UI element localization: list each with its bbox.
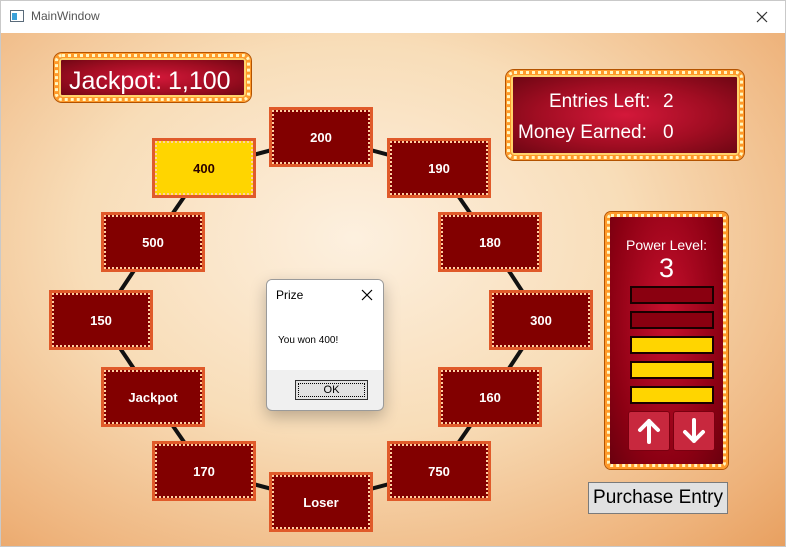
- wheel-tile[interactable]: 300: [489, 290, 593, 350]
- power-panel: Power Level: 3: [605, 212, 728, 469]
- dialog-ok-button[interactable]: OK: [295, 380, 368, 400]
- wheel-tile[interactable]: 180: [438, 212, 542, 272]
- dialog-message: You won 400!: [278, 335, 339, 346]
- window-app-icon: [10, 10, 24, 22]
- main-window: MainWindow Jackpot: 1,100 Entries Left: …: [0, 0, 786, 547]
- close-icon: [756, 11, 768, 23]
- wheel-tile[interactable]: 150: [49, 290, 153, 350]
- power-bar: [630, 386, 714, 404]
- wheel-tile[interactable]: 500: [101, 212, 205, 272]
- dialog-title: Prize: [276, 288, 304, 302]
- wheel-tile[interactable]: 160: [438, 367, 542, 427]
- entries-left-value: 2: [663, 91, 674, 112]
- power-level-label: Power Level:: [626, 237, 707, 253]
- jackpot-value: 1,100: [168, 67, 231, 95]
- prize-dialog: Prize You won 400! OK: [266, 279, 384, 411]
- wheel-tile[interactable]: 200: [269, 107, 373, 167]
- wheel-tile[interactable]: Jackpot: [101, 367, 205, 427]
- wheel-tile[interactable]: 400: [152, 138, 256, 198]
- title-bar[interactable]: MainWindow: [1, 1, 785, 33]
- jackpot-label: Jackpot:: [69, 67, 163, 95]
- power-up-button[interactable]: [628, 411, 670, 451]
- money-earned-value: 0: [663, 122, 674, 143]
- game-area: Jackpot: 1,100 Entries Left: 2 Money Ear…: [1, 33, 785, 546]
- wheel-tile[interactable]: 170: [152, 441, 256, 501]
- dialog-body: You won 400!: [267, 310, 383, 370]
- dialog-close-button[interactable]: [357, 285, 377, 305]
- close-icon: [361, 289, 373, 301]
- power-level-value: 3: [658, 253, 675, 283]
- arrow-up-icon: [638, 419, 660, 444]
- dialog-title-bar[interactable]: Prize: [267, 280, 383, 310]
- window-title: MainWindow: [31, 9, 100, 23]
- power-down-button[interactable]: [673, 411, 715, 451]
- window-close-button[interactable]: [739, 1, 785, 33]
- power-bar: [630, 361, 714, 379]
- money-earned-label: Money Earned:: [518, 122, 647, 143]
- wheel-tile[interactable]: 750: [387, 441, 491, 501]
- wheel-tile[interactable]: Loser: [269, 472, 373, 532]
- stats-sign: Entries Left: 2 Money Earned: 0: [506, 70, 744, 160]
- purchase-entry-button[interactable]: Purchase Entry: [588, 482, 728, 514]
- power-bar: [630, 286, 714, 304]
- power-bar: [630, 336, 714, 354]
- wheel-tile[interactable]: 190: [387, 138, 491, 198]
- jackpot-sign: Jackpot: 1,100: [54, 53, 251, 102]
- entries-left-label: Entries Left:: [549, 91, 651, 112]
- arrow-down-icon: [683, 418, 705, 443]
- power-bar: [630, 311, 714, 329]
